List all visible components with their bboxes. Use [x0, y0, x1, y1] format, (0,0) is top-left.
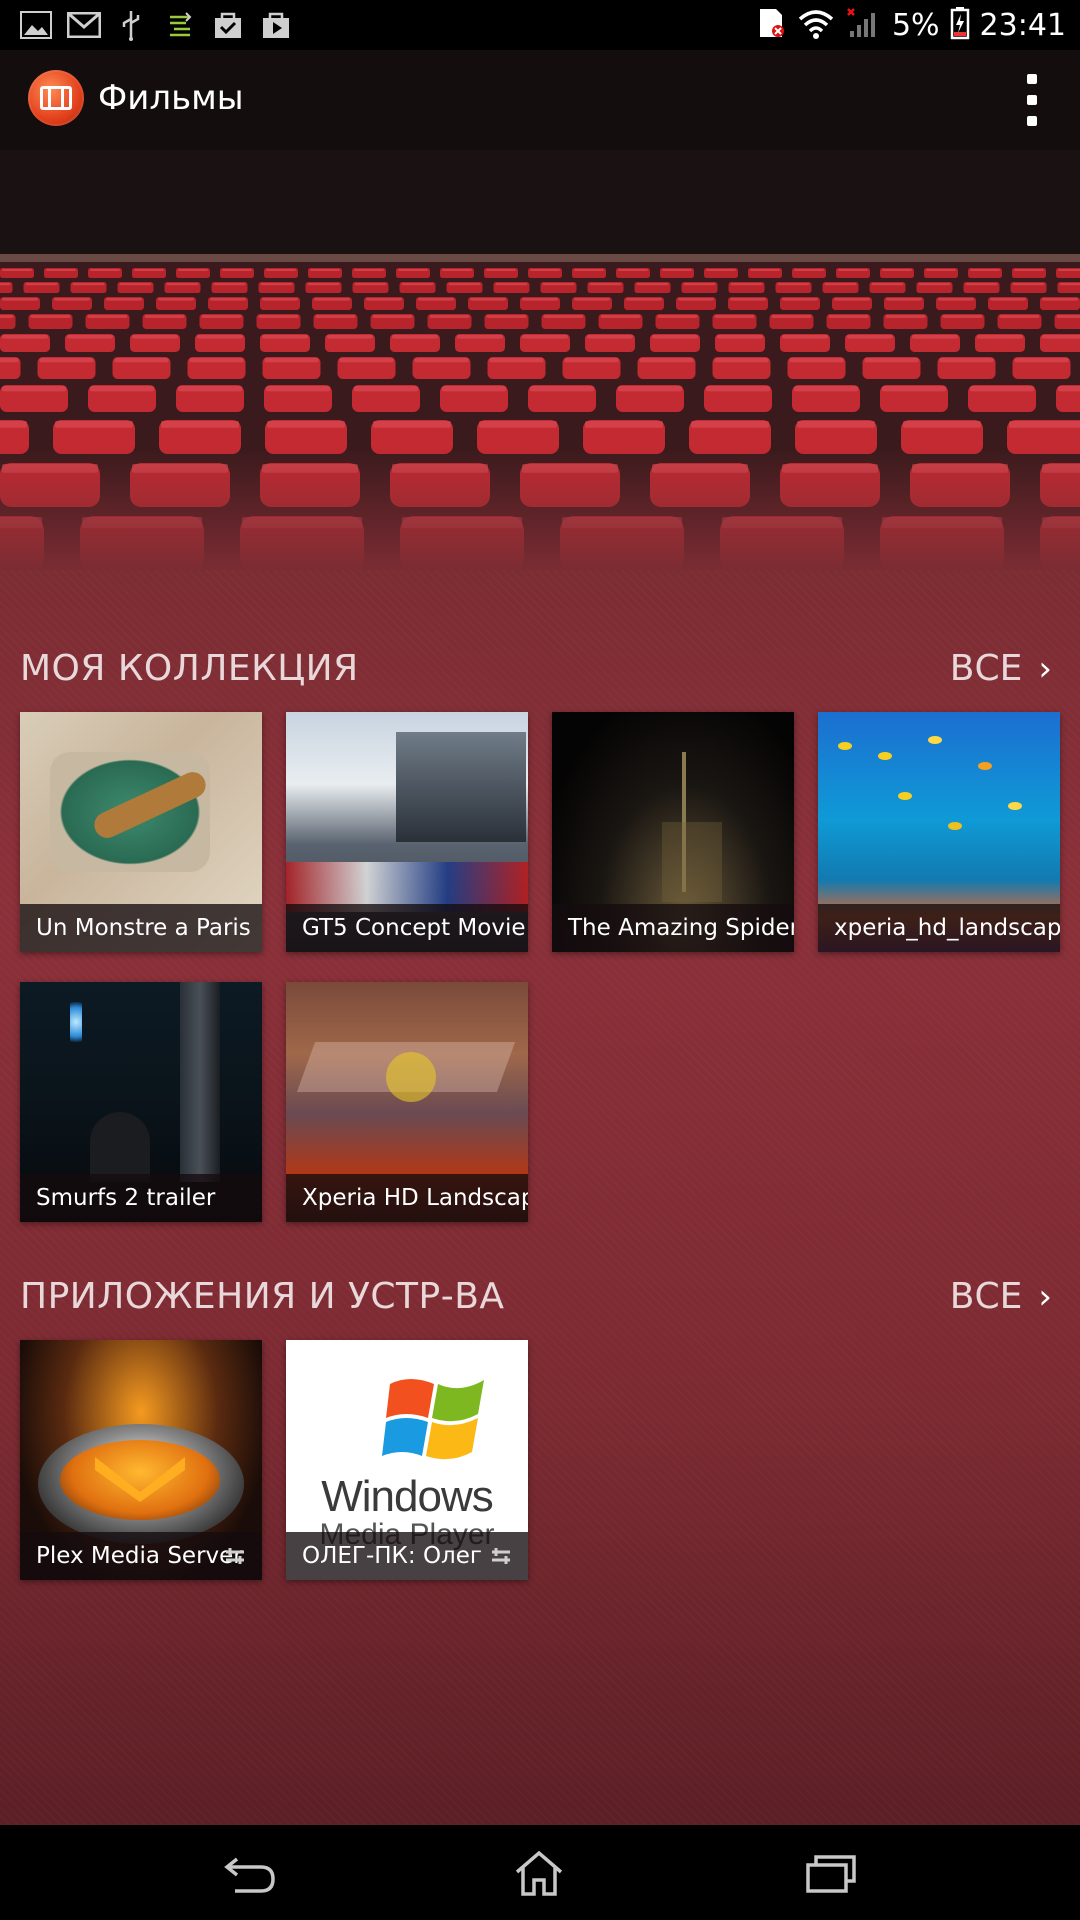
movie-title: Xperia HD Landscape: [286, 1174, 528, 1222]
overflow-menu-icon[interactable]: [1022, 74, 1042, 126]
home-button[interactable]: [504, 1845, 574, 1901]
clock: 23:41: [979, 7, 1066, 43]
app-title: Фильмы: [98, 78, 244, 118]
apps-all-label: ВСЕ: [949, 1276, 1023, 1317]
sim-error-icon: [758, 7, 786, 43]
tasks-icon: [210, 8, 246, 42]
movie-title: xperia_hd_landscape: [818, 904, 1060, 952]
apps-all-button[interactable]: ВСЕ ›: [950, 1276, 1052, 1317]
movie-title: GT5 Concept Movie: [286, 904, 528, 952]
data-sync-icon: [162, 8, 198, 42]
wifi-icon: [796, 7, 836, 43]
dlna-network-icon: [226, 1548, 244, 1564]
movie-tile[interactable]: xperia_hd_landscape: [818, 712, 1060, 952]
collection-section-title: МОЯ КОЛЛЕКЦИЯ: [20, 648, 359, 689]
movies-app-icon[interactable]: [28, 70, 84, 126]
media-server-tile[interactable]: Plex Media Server: [20, 1340, 262, 1580]
movie-title: Smurfs 2 trailer: [20, 1174, 262, 1222]
action-bar: Фильмы: [0, 50, 1080, 150]
back-arrow-icon: [224, 1857, 275, 1893]
movie-tile[interactable]: Smurfs 2 trailer: [20, 982, 262, 1222]
chevron-right-icon: ›: [1038, 648, 1052, 689]
back-button[interactable]: [214, 1845, 284, 1901]
dlna-network-icon: [492, 1548, 510, 1564]
play-store-icon: [258, 8, 294, 42]
apps-section-title: ПРИЛОЖЕНИЯ И УСТР-ВА: [20, 1276, 505, 1317]
signal-icon: [846, 7, 882, 43]
home-icon: [515, 1850, 563, 1896]
movie-tile[interactable]: The Amazing Spider: [552, 712, 794, 952]
usb-icon: [116, 8, 146, 42]
movie-tile[interactable]: Xperia HD Landscape: [286, 982, 528, 1222]
hero-cinema-image: [0, 150, 1080, 570]
navigation-bar: [0, 1825, 1080, 1920]
status-bar: 5% 23:41: [0, 0, 1080, 50]
battery-charging-icon: [950, 6, 970, 44]
movie-title: The Amazing Spider: [552, 904, 794, 952]
gallery-icon: [18, 8, 54, 42]
movie-tile[interactable]: Un Monstre a Paris: [20, 712, 262, 952]
battery-percent: 5%: [891, 7, 940, 43]
windows-logo-text: Windows: [321, 1472, 494, 1521]
movie-tile[interactable]: GT5 Concept Movie: [286, 712, 528, 952]
collection-all-label: ВСЕ: [949, 648, 1023, 689]
gmail-icon: [66, 8, 102, 42]
chevron-right-icon: ›: [1038, 1276, 1052, 1317]
media-server-tile[interactable]: Windows Media Player ОЛЕГ-ПК: Олег: [286, 1340, 528, 1580]
recent-apps-button[interactable]: [796, 1845, 866, 1901]
recent-apps-icon: [806, 1855, 856, 1893]
collection-all-button[interactable]: ВСЕ ›: [950, 648, 1052, 689]
movie-title: Un Monstre a Paris: [20, 904, 262, 952]
